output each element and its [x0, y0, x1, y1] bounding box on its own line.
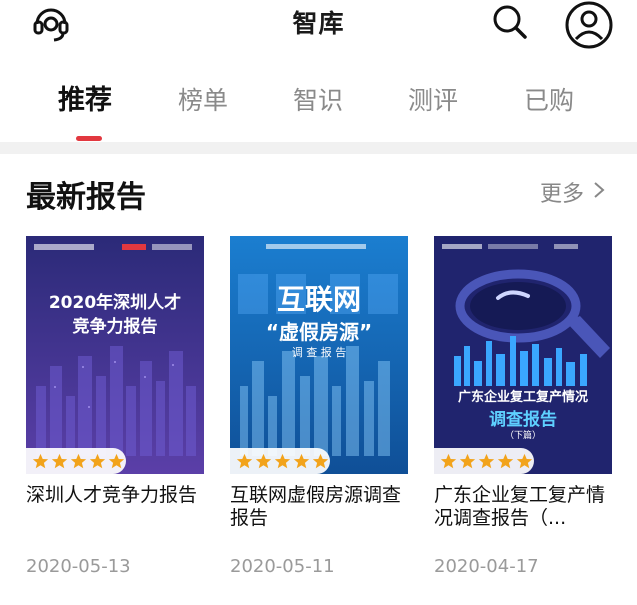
star-icon: [274, 453, 291, 468]
star-icon: [32, 453, 49, 468]
report-cover-caption: 调 查 报 告: [291, 346, 347, 359]
report-title[interactable]: 广东企业复工复产情况调查报告（...: [434, 484, 620, 530]
star-icon: [312, 453, 329, 468]
star-icon: [497, 453, 514, 468]
report-cover-subtitle: 竞争力报告: [72, 317, 158, 337]
rating-stars: [230, 448, 330, 474]
rating-stars: [26, 448, 126, 474]
report-date: 2020-05-11: [230, 556, 335, 577]
report-cover-subtitle: “虚假房源”: [265, 320, 373, 344]
report-cover-subtitle: 调查报告: [489, 410, 557, 430]
tab-reviews[interactable]: 测评: [408, 81, 458, 117]
report-date: 2020-05-13: [26, 556, 131, 577]
report-cover-title: 2020年深圳人才: [48, 293, 182, 313]
section-divider: [0, 142, 637, 154]
section-title: 最新报告: [26, 180, 146, 215]
report-cover[interactable]: 互联网 “虚假房源” 调 查 报 告: [230, 236, 408, 474]
report-cover-title: 互联网: [276, 283, 361, 316]
tab-purchased[interactable]: 已购: [524, 81, 574, 117]
active-tab-indicator: [76, 136, 102, 141]
report-cover[interactable]: 2020年深圳人才 竞争力报告: [26, 236, 204, 474]
report-cover-image: [26, 236, 204, 474]
tab-rankings[interactable]: 榜单: [178, 81, 228, 117]
star-icon: [440, 453, 457, 468]
report-cover[interactable]: 广东企业复工复产情况 调查报告 （下篇）: [434, 236, 612, 474]
star-icon: [293, 453, 310, 468]
category-tabs: 推荐 榜单 智识 测评 已购: [0, 78, 637, 144]
report-cover-title: 广东企业复工复产情况: [457, 390, 588, 405]
tab-knowledge[interactable]: 智识: [293, 81, 343, 117]
more-link[interactable]: 更多: [540, 176, 584, 208]
user-icon[interactable]: [564, 0, 614, 50]
chevron-right-icon[interactable]: [592, 181, 606, 199]
tab-recommend[interactable]: 推荐: [58, 78, 112, 117]
search-icon[interactable]: [490, 2, 530, 42]
top-bar: 智库: [0, 0, 637, 52]
report-title[interactable]: 互联网虚假房源调查报告: [230, 484, 416, 530]
star-icon: [70, 453, 87, 468]
star-icon: [108, 453, 125, 468]
report-card[interactable]: 2020年深圳人才 竞争力报告 深圳人才竞争力报告 2020-05-13: [26, 236, 204, 577]
rating-stars: [434, 448, 534, 474]
report-cover-caption: （下篇）: [504, 431, 541, 441]
page-title: 智库: [292, 9, 345, 38]
report-date: 2020-04-17: [434, 556, 539, 577]
star-icon: [516, 453, 533, 468]
star-icon: [89, 453, 106, 468]
star-icon: [255, 453, 272, 468]
report-title[interactable]: 深圳人才竞争力报告: [26, 484, 212, 507]
report-card[interactable]: 广东企业复工复产情况 调查报告 （下篇） 广东企业复工复产情况调查报告（... …: [434, 236, 612, 577]
star-icon: [236, 453, 253, 468]
report-card[interactable]: 互联网 “虚假房源” 调 查 报 告 互联网虚假房源调查报告 2020-05-1…: [230, 236, 408, 577]
star-icon: [459, 453, 476, 468]
star-icon: [478, 453, 495, 468]
star-icon: [51, 453, 68, 468]
